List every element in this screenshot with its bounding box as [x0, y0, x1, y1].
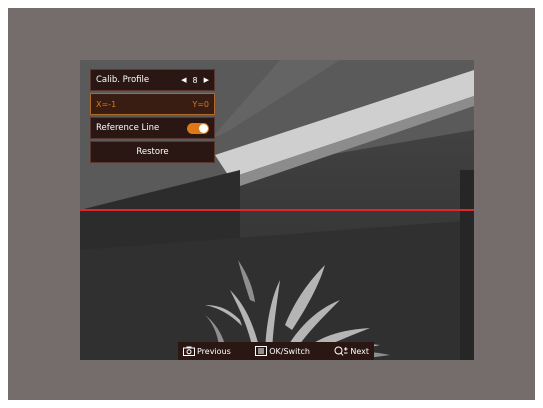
hint-ok-switch[interactable]: OK/Switch — [255, 346, 310, 356]
restore-button[interactable]: Restore — [90, 141, 215, 163]
menu-icon — [255, 346, 268, 356]
restore-label: Restore — [136, 147, 169, 157]
x-coordinate: X=-1 — [96, 99, 117, 109]
ok-switch-label: OK/Switch — [269, 346, 310, 356]
calib-profile-label: Calib. Profile — [96, 75, 150, 85]
calib-profile-row[interactable]: Calib. Profile ◀ 8 ▶ — [90, 69, 215, 91]
calib-profile-value: 8 — [192, 75, 198, 85]
reference-line-row[interactable]: Reference Line — [90, 117, 215, 139]
coordinate-row[interactable]: X=-1 Y=0 — [90, 93, 215, 115]
hint-next[interactable]: Next — [334, 346, 369, 356]
hint-previous[interactable]: Previous — [183, 346, 231, 356]
zoom-icon — [334, 346, 348, 356]
arrow-left-icon[interactable]: ◀ — [181, 76, 186, 84]
camera-icon — [183, 346, 195, 356]
calib-profile-selector[interactable]: ◀ 8 ▶ — [181, 76, 209, 85]
next-label: Next — [350, 346, 369, 356]
arrow-right-icon[interactable]: ▶ — [204, 76, 209, 84]
reference-line-label: Reference Line — [96, 123, 160, 133]
y-coordinate: Y=0 — [192, 99, 209, 109]
wall-edge — [460, 170, 474, 360]
reference-line-toggle[interactable] — [187, 122, 209, 134]
hint-bar: Previous OK/Switch Next — [178, 342, 374, 360]
reference-line — [80, 209, 474, 211]
toggle-knob — [199, 123, 208, 133]
previous-label: Previous — [197, 346, 231, 356]
calibration-menu: Calib. Profile ◀ 8 ▶ X=-1 Y=0 Reference … — [90, 69, 215, 165]
